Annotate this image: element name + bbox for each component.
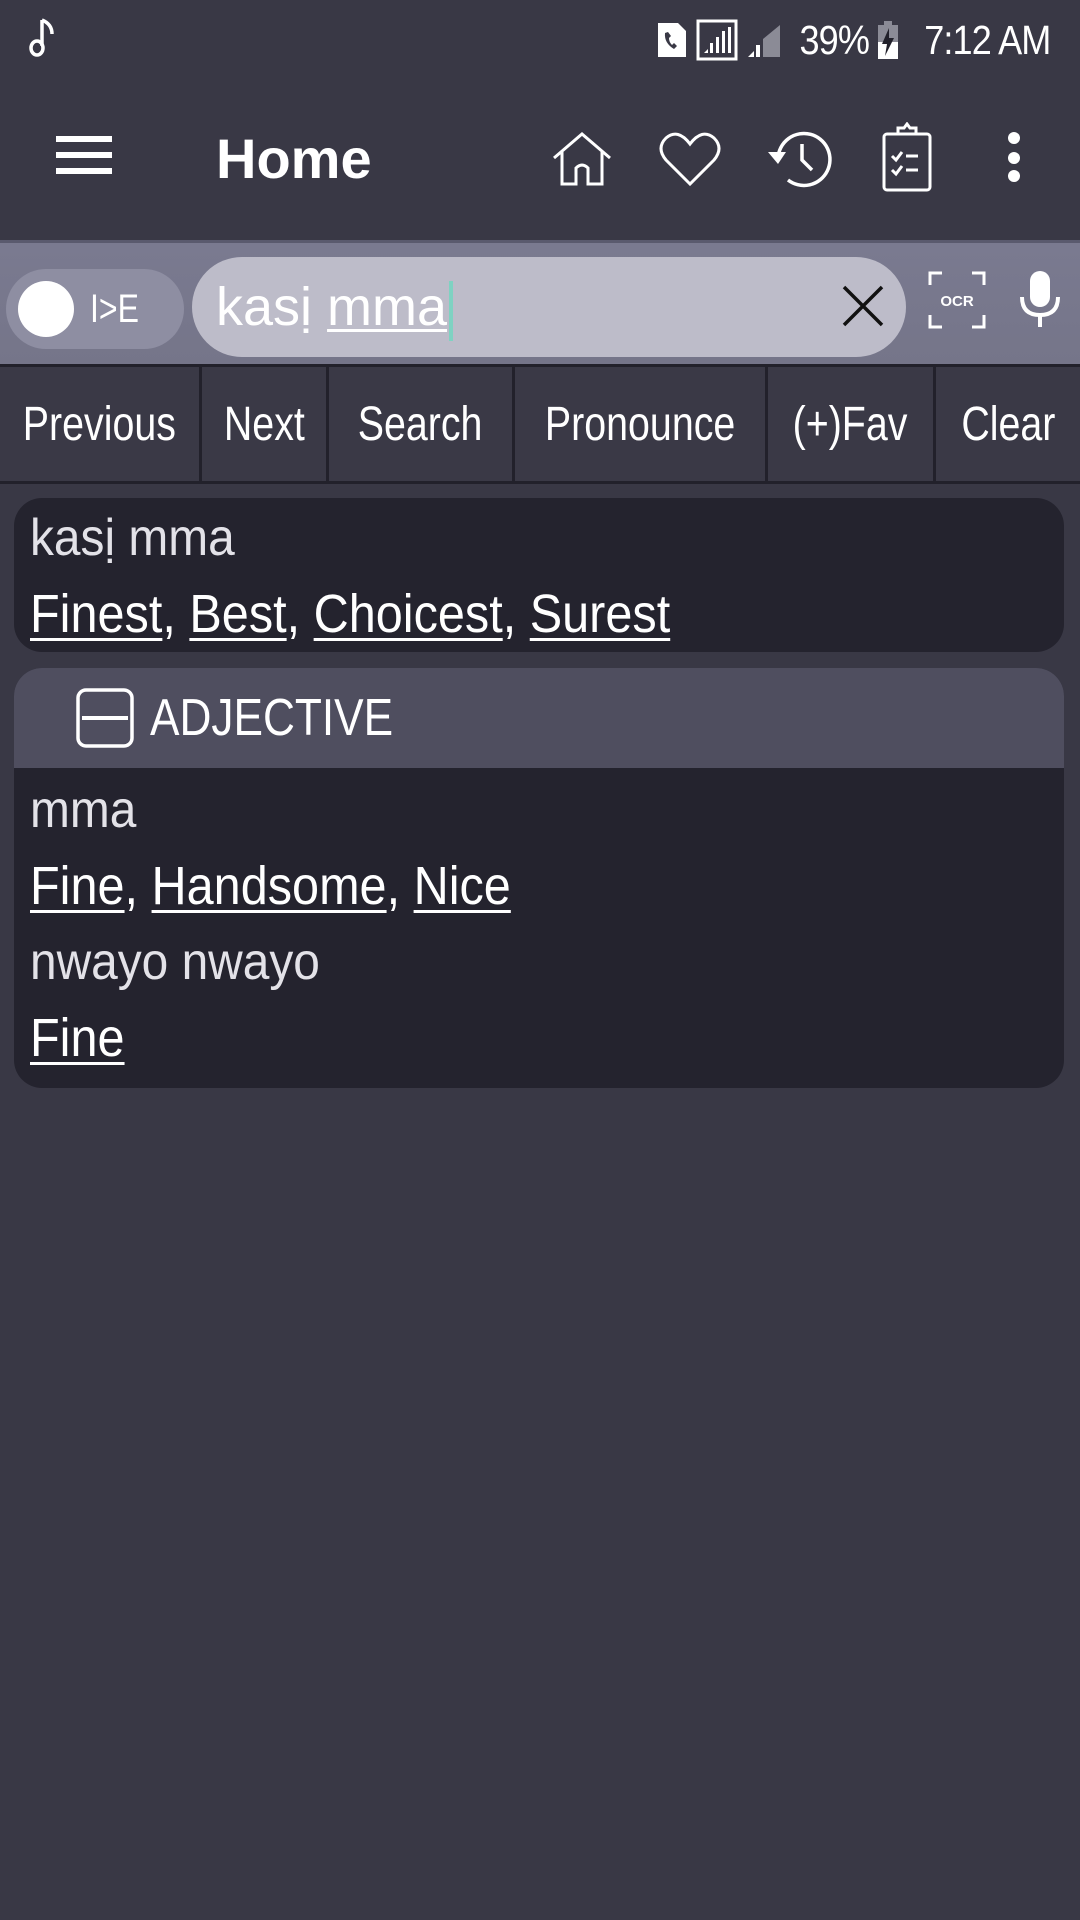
mic-icon[interactable] [1016, 269, 1064, 329]
translation-link[interactable]: Best [189, 584, 286, 644]
add-favorite-button-label: (+)Fav [793, 397, 908, 451]
action-toolbar: Previous Next Search Pronounce (+)Fav Cl… [0, 364, 1080, 484]
app-bar: Home [0, 80, 1080, 240]
result-translations: Fine [14, 1000, 1064, 1076]
status-bar: 39% 7:12 AM [0, 0, 1080, 80]
signal-icon [747, 25, 780, 57]
result-word-text: mma [30, 781, 137, 839]
part-of-speech-label: ADJECTIVE [150, 689, 394, 747]
previous-button-label: Previous [22, 397, 177, 451]
add-favorite-button[interactable]: (+)Fav [768, 367, 933, 481]
ocr-scan-icon[interactable]: OCR [928, 271, 986, 329]
battery-percent: 39% [798, 16, 869, 63]
battery-charging-icon [877, 21, 898, 59]
hamburger-icon-line [56, 152, 112, 158]
close-icon[interactable] [840, 283, 886, 329]
pronounce-button[interactable]: Pronounce [515, 367, 765, 481]
translation-link[interactable]: Finest [30, 584, 162, 644]
pronounce-button-label: Pronounce [544, 397, 736, 451]
history-icon[interactable] [762, 122, 834, 194]
translation-link[interactable]: Fine [30, 856, 125, 916]
translation-link[interactable]: Handsome [152, 856, 387, 916]
previous-button[interactable]: Previous [0, 367, 199, 481]
query-text: kasị [216, 277, 328, 337]
menu-button[interactable] [44, 128, 114, 188]
language-direction-toggle[interactable]: I>E [6, 269, 184, 349]
clock: 7:12 AM [923, 16, 1051, 63]
collapse-minus-icon[interactable] [76, 688, 134, 748]
ocr-label: OCR [940, 293, 974, 310]
result-word: kasị mma [14, 498, 1064, 576]
search-bar: I>E kasị mma OCR [0, 240, 1080, 364]
clipboard-check-icon[interactable] [870, 122, 942, 194]
toggle-knob [18, 281, 74, 337]
signal-boxed-icon [696, 19, 737, 61]
translation-link[interactable]: Surest [530, 584, 670, 644]
hamburger-icon-line [56, 168, 112, 174]
page-title: Home [216, 127, 372, 190]
main-result-card: kasị mma Finest, Best, Choicest, Surest [14, 498, 1064, 652]
hamburger-icon-line [56, 136, 112, 142]
call-sim-icon [657, 23, 686, 57]
clear-button[interactable]: Clear [936, 367, 1080, 481]
text-caret [449, 280, 454, 341]
toggle-label: I>E [90, 287, 139, 331]
result-translations: Fine, Handsome, Nice [30, 856, 511, 916]
search-button-label: Search [358, 397, 483, 451]
search-button[interactable]: Search [329, 367, 512, 481]
more-vert-icon[interactable] [978, 122, 1050, 194]
translation-link[interactable]: Fine [30, 1008, 125, 1068]
query-text-composing: mma [327, 277, 448, 337]
result-word-text: kasị mma [30, 509, 235, 567]
next-button[interactable]: Next [202, 367, 326, 481]
result-word-text: nwayo nwayo [30, 933, 320, 991]
result-word: nwayo nwayo [14, 924, 1064, 1000]
translation-link[interactable]: Choicest [314, 584, 503, 644]
translation-link[interactable]: Nice [414, 856, 511, 916]
result-translations: Finest, Best, Choicest, Surest [30, 584, 671, 644]
search-input-text[interactable]: kasị mma [216, 277, 454, 341]
section-header-adjective[interactable]: ADJECTIVE [14, 668, 1064, 768]
part-of-speech-card: ADJECTIVE mma Fine, Handsome, Nice nwayo… [14, 668, 1064, 1088]
result-word: mma [14, 772, 1064, 848]
search-input[interactable]: kasị mma [192, 257, 906, 357]
next-button-label: Next [223, 397, 305, 451]
home-icon[interactable] [546, 122, 618, 194]
clear-button-label: Clear [960, 397, 1056, 451]
heart-icon[interactable] [654, 122, 726, 194]
music-note-icon [29, 18, 54, 57]
